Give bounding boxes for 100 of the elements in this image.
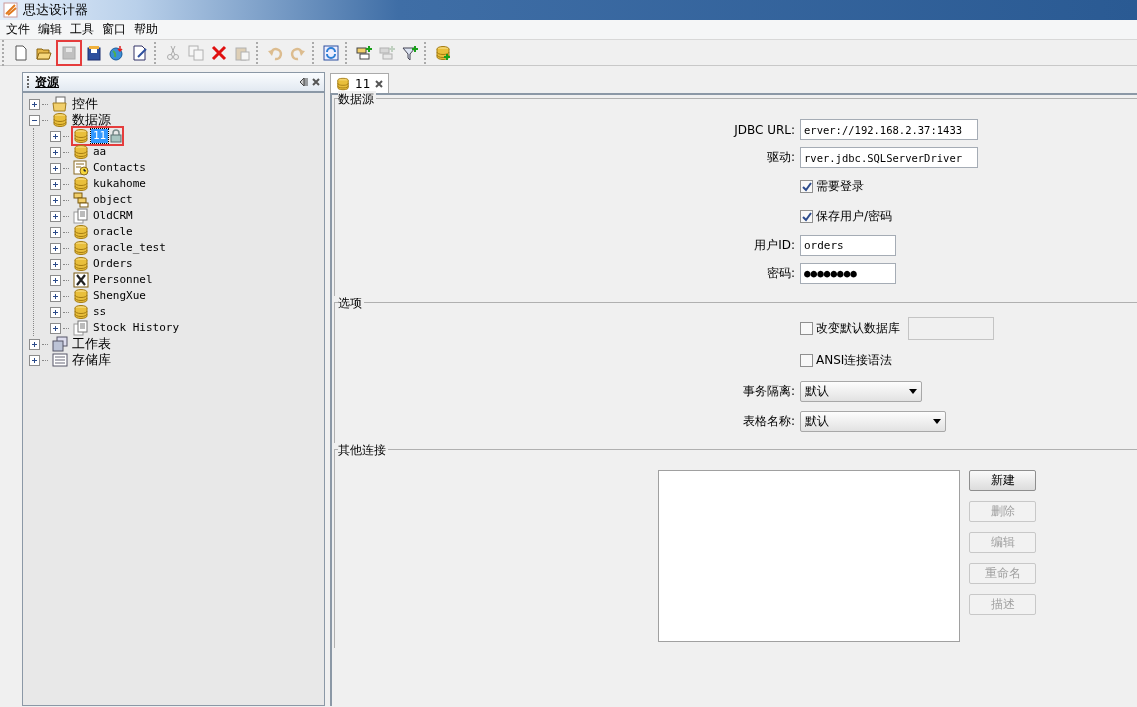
- menu-item[interactable]: 文件: [2, 21, 34, 38]
- tree-item[interactable]: ShengXue: [91, 289, 148, 303]
- expand-toggle[interactable]: [50, 290, 61, 302]
- expand-toggle[interactable]: [50, 322, 61, 334]
- expand-toggle[interactable]: [50, 210, 61, 222]
- input-field[interactable]: orders: [800, 235, 896, 256]
- checkbox-label: 保存用户/密码: [816, 208, 893, 225]
- menu-item[interactable]: 帮助: [130, 21, 162, 38]
- field-label: 密码:: [766, 265, 795, 282]
- tree-item[interactable]: Orders: [91, 257, 135, 271]
- cut-icon: [165, 44, 181, 61]
- tree-item[interactable]: object: [91, 193, 135, 207]
- document-icon: [73, 320, 89, 336]
- close-icon[interactable]: [312, 78, 320, 86]
- section-title: 数据源: [338, 91, 376, 108]
- save-icon: [61, 44, 77, 61]
- document-tab[interactable]: 11: [330, 73, 390, 93]
- database-icon: [73, 256, 89, 272]
- copy-icon: [188, 44, 204, 61]
- expand-toggle[interactable]: [50, 146, 61, 158]
- tree-item[interactable]: 存储库: [70, 351, 113, 369]
- tree-item[interactable]: Stock History: [91, 321, 182, 335]
- x-box-icon: [73, 272, 89, 288]
- filter-icon: [402, 44, 418, 61]
- input-field[interactable]: erver://192.168.2.37:1433: [800, 119, 978, 140]
- menu-item[interactable]: 工具: [66, 21, 98, 38]
- close-icon[interactable]: [375, 79, 384, 88]
- checkbox[interactable]: [800, 322, 813, 335]
- expand-toggle[interactable]: [29, 354, 40, 366]
- collapse-toggle[interactable]: [29, 114, 40, 126]
- dropdown[interactable]: 默认: [800, 411, 946, 432]
- expand-toggle[interactable]: [50, 162, 61, 174]
- checkbox[interactable]: [800, 354, 813, 367]
- expand-toggle[interactable]: [50, 194, 61, 206]
- tree-item[interactable]: 控件: [70, 95, 100, 113]
- app-icon: [3, 2, 19, 18]
- repository-icon: [52, 352, 68, 368]
- database-icon: [73, 144, 89, 160]
- checkbox-label: 改变默认数据库: [816, 320, 900, 337]
- field-label: 驱动:: [766, 149, 795, 166]
- expand-toggle[interactable]: [50, 130, 61, 142]
- dropdown[interactable]: 默认: [800, 381, 922, 402]
- paste-icon: [234, 44, 250, 61]
- caret-icon: [933, 419, 941, 424]
- database-icon: [73, 288, 89, 304]
- window-title: 思达设计器: [23, 1, 88, 19]
- worksheet-icon: [52, 336, 68, 352]
- checkbox[interactable]: [800, 210, 813, 223]
- tree-item[interactable]: 工作表: [70, 335, 113, 353]
- expand-toggle[interactable]: [50, 242, 61, 254]
- input-field[interactable]: ●●●●●●●●: [800, 263, 896, 284]
- add-table-icon: [356, 44, 372, 61]
- delete-icon: [211, 44, 227, 61]
- tree-item[interactable]: oracle: [91, 225, 135, 239]
- checkbox-label: ANSI连接语法: [816, 352, 893, 369]
- expand-toggle[interactable]: [50, 226, 61, 238]
- tree-item[interactable]: 数据源: [70, 111, 113, 129]
- expand-toggle[interactable]: [50, 274, 61, 286]
- linked-tables-icon: [379, 44, 395, 61]
- menu-item[interactable]: 编辑: [34, 21, 66, 38]
- database-add-icon: [435, 44, 451, 61]
- panel-title: 资源: [35, 73, 60, 91]
- database-icon: [73, 304, 89, 320]
- field-label: 用户ID:: [754, 237, 795, 254]
- database-icon: [336, 76, 350, 91]
- action-button[interactable]: 新建: [969, 470, 1036, 491]
- expand-toggle[interactable]: [50, 178, 61, 190]
- database-icon: [52, 112, 68, 128]
- save-as-icon: [86, 44, 102, 61]
- checkbox[interactable]: [800, 180, 813, 193]
- database-icon: [73, 224, 89, 240]
- expand-toggle[interactable]: [29, 338, 40, 350]
- refresh-icon: [323, 44, 339, 61]
- form-clock-icon: [73, 160, 89, 176]
- pin-icon[interactable]: [299, 77, 308, 87]
- checkbox-label: 需要登录: [816, 178, 864, 195]
- input-field[interactable]: rver.jdbc.SQLServerDriver: [800, 147, 978, 168]
- tree-item[interactable]: Contacts: [91, 161, 148, 175]
- database-icon: [73, 128, 89, 144]
- tree-item[interactable]: aa: [91, 145, 109, 159]
- new-file-icon: [13, 44, 29, 61]
- document-icon: [73, 208, 89, 224]
- tree-item[interactable]: oracle_test: [91, 241, 168, 255]
- expand-toggle[interactable]: [50, 306, 61, 318]
- menu-item[interactable]: 窗口: [98, 21, 130, 38]
- expand-toggle[interactable]: [29, 98, 40, 110]
- field-label: 表格名称:: [742, 413, 795, 430]
- field-label: JDBC URL:: [734, 122, 795, 137]
- expand-toggle[interactable]: [50, 258, 61, 270]
- database-icon: [73, 240, 89, 256]
- tree-item[interactable]: OldCRM: [91, 209, 135, 223]
- tree-item[interactable]: ss: [91, 305, 109, 319]
- caret-icon: [909, 389, 917, 394]
- database-icon: [73, 176, 89, 192]
- tree-item[interactable]: kukahome: [91, 177, 148, 191]
- tree-item[interactable]: Personnel: [91, 273, 155, 287]
- globe-icon: [109, 44, 125, 61]
- field-label: 事务隔离:: [742, 383, 795, 400]
- edit-document-icon: [132, 44, 148, 61]
- section-title: 其他连接: [338, 442, 388, 459]
